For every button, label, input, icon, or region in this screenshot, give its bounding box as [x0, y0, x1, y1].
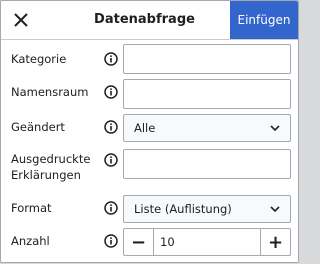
row-kategorie: Kategorie [1, 44, 298, 74]
namensraum-label: Namensraum [11, 85, 89, 99]
info-icon[interactable] [104, 153, 118, 167]
kategorie-field[interactable] [123, 44, 291, 74]
close-icon [14, 13, 28, 27]
namensraum-field[interactable] [123, 79, 291, 109]
geaendert-label: Geändert [11, 120, 65, 134]
kategorie-label: Kategorie [11, 52, 67, 66]
format-label: Format [11, 201, 52, 215]
row-format: Format Liste (Auflistung) [1, 195, 298, 223]
row-ausgedruckte: Ausgedruckte Erklärungen [1, 149, 298, 183]
ausgedruckte-input[interactable] [124, 150, 290, 178]
info-icon[interactable] [104, 85, 118, 99]
dialog-title: Datenabfrage [94, 12, 195, 27]
increment-button[interactable]: + [260, 229, 290, 255]
info-icon[interactable] [104, 120, 118, 134]
info-icon[interactable] [104, 234, 118, 248]
ausgedruckte-field[interactable] [123, 149, 291, 179]
insert-button[interactable]: Einfügen [230, 1, 298, 39]
kategorie-input[interactable] [124, 45, 290, 73]
chevron-down-icon [270, 206, 280, 213]
info-icon[interactable] [104, 201, 118, 215]
geaendert-selected: Alle [134, 121, 156, 135]
query-dialog: Datenabfrage Einfügen Kategorie Namensra… [0, 0, 299, 263]
row-namensraum: Namensraum [1, 79, 298, 109]
ausgedruckte-label-line2: Erklärungen [11, 168, 81, 182]
format-dropdown[interactable]: Liste (Auflistung) [123, 195, 291, 223]
anzahl-value[interactable]: 10 [154, 229, 260, 255]
format-selected: Liste (Auflistung) [134, 202, 232, 216]
chevron-down-icon [270, 125, 280, 132]
anzahl-stepper[interactable]: − 10 + [123, 228, 291, 256]
namensraum-input[interactable] [124, 80, 290, 108]
decrement-button[interactable]: − [124, 229, 154, 255]
anzahl-label: Anzahl [11, 234, 50, 248]
ausgedruckte-label: Ausgedruckte Erklärungen [11, 151, 90, 183]
info-icon[interactable] [104, 52, 118, 66]
row-anzahl: Anzahl − 10 + [1, 228, 298, 256]
row-geaendert: Geändert Alle [1, 114, 298, 142]
ausgedruckte-label-line1: Ausgedruckte [11, 152, 91, 166]
dialog-header: Datenabfrage Einfügen [1, 1, 298, 40]
close-button[interactable] [5, 4, 37, 36]
geaendert-dropdown[interactable]: Alle [123, 114, 291, 142]
